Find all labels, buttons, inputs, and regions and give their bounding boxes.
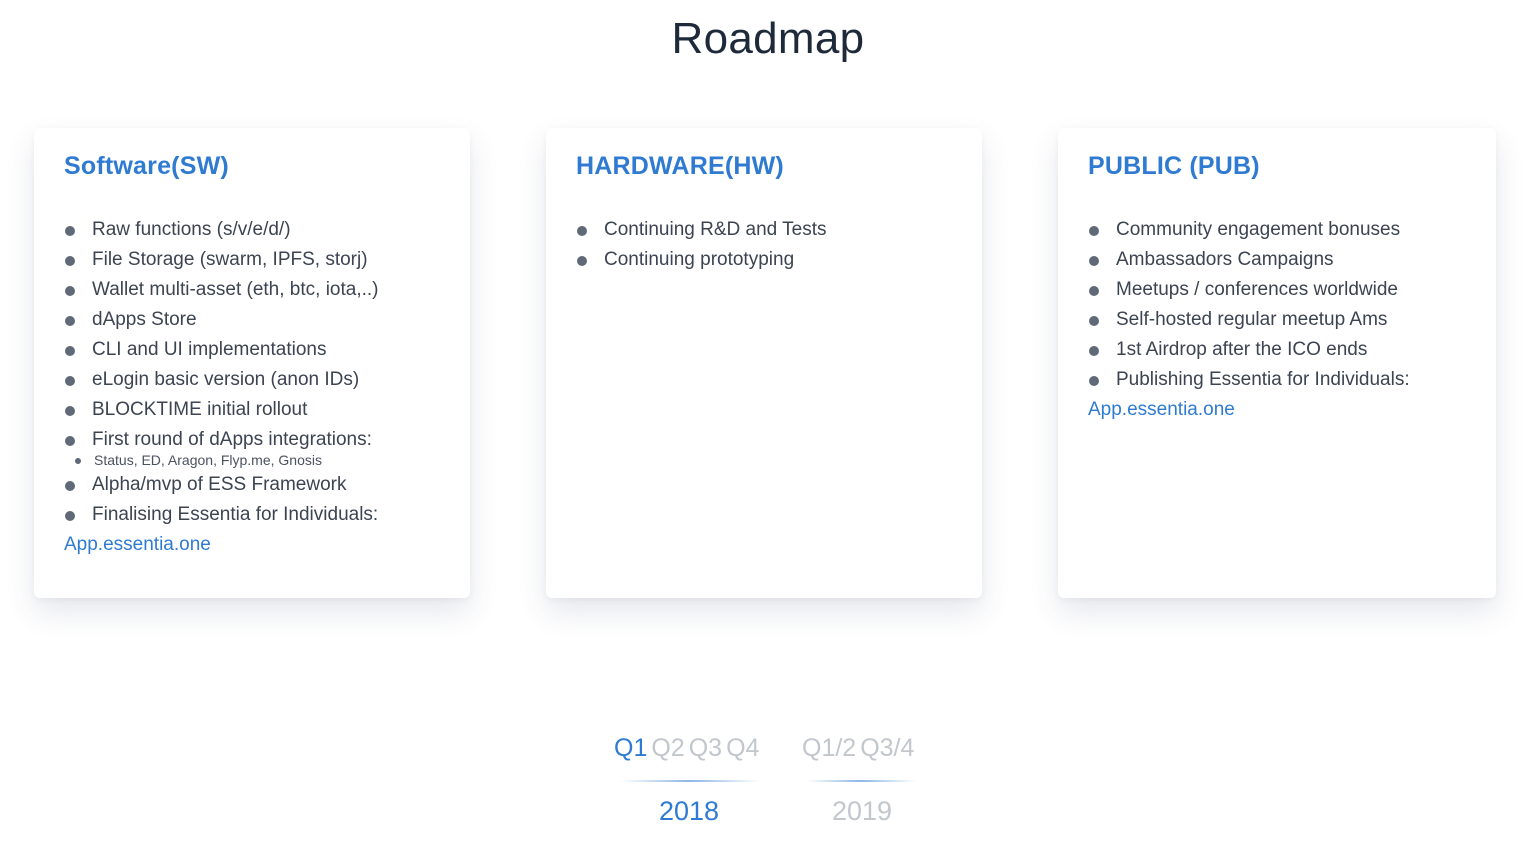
list-item: Community engagement bonuses: [1088, 215, 1466, 245]
sub-list-item: Status, ED, Aragon, Flyp.me, Gnosis: [64, 451, 440, 469]
public-list: Community engagement bonuses Ambassadors…: [1088, 215, 1466, 395]
card-title: Software(SW): [64, 152, 229, 180]
public-card: PUBLIC (PUB) Community engagement bonuse…: [1058, 128, 1496, 598]
list-item: Finalising Essentia for Individuals:: [64, 500, 440, 530]
list-item: BLOCKTIME initial rollout: [64, 395, 440, 425]
hardware-card: HARDWARE(HW) Continuing R&D and Tests Co…: [546, 128, 982, 598]
card-title: PUBLIC (PUB): [1088, 152, 1260, 180]
bullet-icon: [65, 316, 75, 326]
list-item: dApps Store: [64, 305, 440, 335]
year-tab-2019[interactable]: 2019: [832, 796, 892, 827]
software-list: Raw functions (s/v/e/d/) File Storage (s…: [64, 215, 440, 530]
bullet-icon: [65, 286, 75, 296]
list-item: Meetups / conferences worldwide: [1088, 275, 1466, 305]
roadmap-section: Roadmap Software(SW) Raw functions (s/v/…: [0, 0, 1536, 856]
quarter-tab-q4[interactable]: Q4: [726, 734, 759, 762]
bullet-icon: [1089, 316, 1099, 326]
bullet-icon: [65, 376, 75, 386]
bullet-icon: [65, 481, 75, 491]
bullet-icon: [65, 226, 75, 236]
quarter-tab-q3[interactable]: Q3: [689, 734, 722, 762]
year-divider-2018: [620, 780, 760, 782]
list-item: eLogin basic version (anon IDs): [64, 365, 440, 395]
list-item: Publishing Essentia for Individuals:: [1088, 365, 1466, 395]
list-item: 1st Airdrop after the ICO ends: [1088, 335, 1466, 365]
list-item: File Storage (swarm, IPFS, storj): [64, 245, 440, 275]
bullet-icon: [577, 226, 587, 236]
bullet-icon: [1089, 256, 1099, 266]
list-item: Continuing prototyping: [576, 245, 952, 275]
list-item: Alpha/mvp of ESS Framework: [64, 470, 440, 500]
hardware-list: Continuing R&D and Tests Continuing prot…: [576, 215, 952, 275]
quarter-tab-q1-2[interactable]: Q1/2: [802, 734, 856, 762]
list-item: Self-hosted regular meetup Ams: [1088, 305, 1466, 335]
quarter-tab-q1[interactable]: Q1: [614, 734, 647, 762]
quarter-tab-q3-4[interactable]: Q3/4: [860, 734, 914, 762]
quarters-2018: Q1 Q2 Q3 Q4: [614, 734, 763, 763]
page-title: Roadmap: [671, 14, 865, 63]
bullet-icon: [65, 256, 75, 266]
list-item: Continuing R&D and Tests: [576, 215, 952, 245]
year-divider-2019: [806, 780, 916, 782]
bullet-icon: [65, 511, 75, 521]
list-item: Ambassadors Campaigns: [1088, 245, 1466, 275]
app-link[interactable]: App.essentia.one: [1088, 395, 1466, 425]
bullet-icon: [1089, 226, 1099, 236]
bullet-icon: [65, 406, 75, 416]
app-link[interactable]: App.essentia.one: [64, 530, 440, 560]
timeline-nav: Q1 Q2 Q3 Q4 Q1/2 Q3/4 2018 2019: [0, 734, 1536, 844]
year-tab-2018[interactable]: 2018: [659, 796, 719, 827]
quarters-2019: Q1/2 Q3/4: [802, 734, 918, 763]
bullet-icon: [65, 346, 75, 356]
software-card: Software(SW) Raw functions (s/v/e/d/) Fi…: [34, 128, 470, 598]
quarter-tab-q2[interactable]: Q2: [651, 734, 684, 762]
bullet-icon: [1089, 346, 1099, 356]
list-item: CLI and UI implementations: [64, 335, 440, 365]
bullet-icon: [577, 256, 587, 266]
small-bullet-icon: [75, 458, 81, 464]
bullet-icon: [65, 436, 75, 446]
bullet-icon: [1089, 376, 1099, 386]
card-title: HARDWARE(HW): [576, 152, 784, 180]
list-item: Wallet multi-asset (eth, btc, iota,..): [64, 275, 440, 305]
bullet-icon: [1089, 286, 1099, 296]
list-item: Raw functions (s/v/e/d/): [64, 215, 440, 245]
